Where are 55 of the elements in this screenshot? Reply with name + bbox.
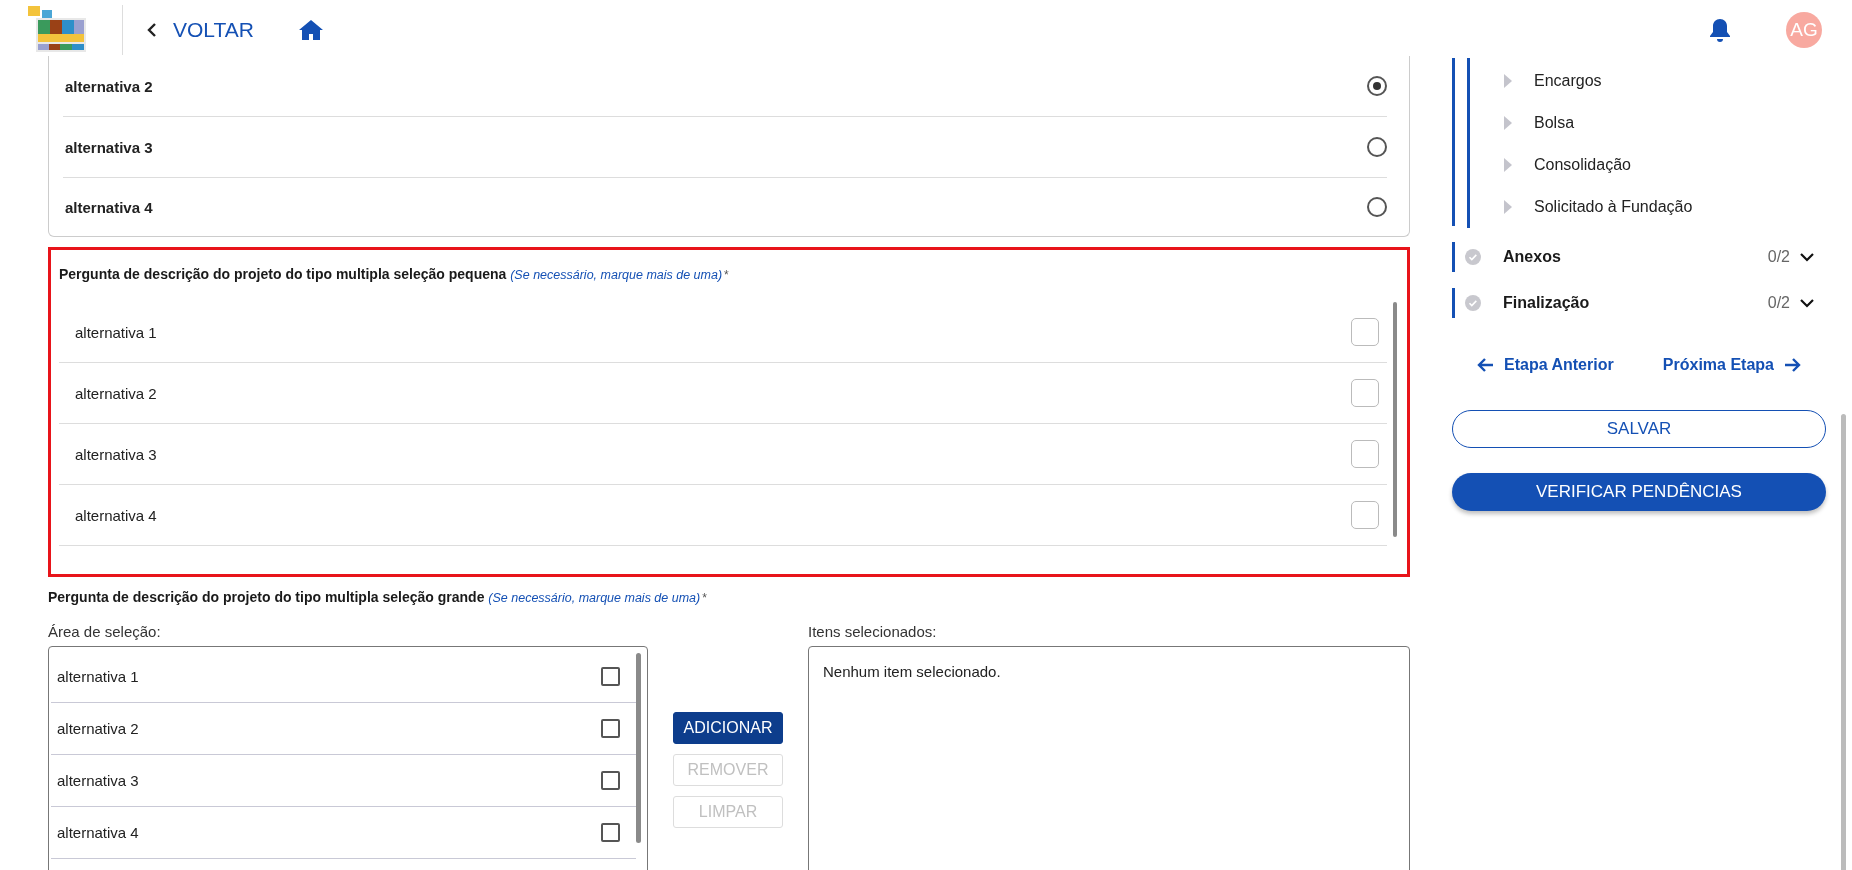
- option-label: alternativa 4: [75, 506, 157, 524]
- checkbox[interactable]: [1351, 318, 1379, 346]
- scrollbar[interactable]: [1393, 302, 1397, 537]
- checkbox[interactable]: [1351, 379, 1379, 407]
- action-button[interactable]: ADICIONAR: [673, 712, 783, 744]
- option-label: alternativa 3: [57, 772, 139, 789]
- radio-button[interactable]: [1367, 137, 1387, 157]
- previous-step-link[interactable]: Etapa Anterior: [1476, 356, 1614, 374]
- option-label: alternativa 3: [75, 445, 157, 463]
- option-label: alternativa 1: [75, 323, 157, 341]
- option-label: alternativa 1: [57, 668, 139, 685]
- checkbox[interactable]: [1351, 501, 1379, 529]
- progress-count: 0/2: [1767, 294, 1790, 312]
- checkbox[interactable]: [601, 667, 620, 686]
- back-link[interactable]: VOLTAR: [147, 18, 254, 42]
- chevron-down-icon[interactable]: [1800, 298, 1814, 308]
- option-label: alternativa 4: [65, 198, 153, 216]
- bell-icon[interactable]: [1709, 17, 1731, 43]
- scrollbar[interactable]: [636, 653, 641, 843]
- option-label: alternativa 2: [65, 77, 153, 95]
- step-item[interactable]: Consolidação: [1534, 156, 1631, 174]
- field-label: Itens selecionados:: [808, 623, 938, 640]
- step-item[interactable]: Bolsa: [1534, 114, 1575, 132]
- question-title: Pergunta de descrição do projeto do tipo multipla seleção grande (Se necessário, marque mais de uma) *: [48, 589, 708, 605]
- caret-right-icon: [1504, 200, 1512, 214]
- checkbox[interactable]: [601, 771, 620, 790]
- option-label: alternativa 3: [65, 138, 153, 156]
- caret-right-icon: [1504, 74, 1512, 88]
- progress-count: 0/2: [1767, 248, 1790, 266]
- verify-button[interactable]: VERIFICAR PENDÊNCIAS: [1452, 473, 1826, 511]
- empty-message: Nenhum item selecionado.: [823, 663, 1001, 680]
- scrollbar[interactable]: [1841, 414, 1846, 870]
- next-step-link[interactable]: Próxima Etapa: [1662, 356, 1802, 374]
- checkbox[interactable]: [601, 823, 620, 842]
- radio-button[interactable]: [1367, 76, 1387, 96]
- arrow-right-icon: [1784, 357, 1802, 373]
- checkbox[interactable]: [601, 719, 620, 738]
- option-label: alternativa 2: [75, 384, 157, 402]
- step-item[interactable]: Encargos: [1534, 72, 1602, 90]
- checkbox[interactable]: [1351, 440, 1379, 468]
- caret-right-icon: [1504, 116, 1512, 130]
- chevron-down-icon[interactable]: [1800, 252, 1814, 262]
- save-button[interactable]: SALVAR: [1452, 410, 1826, 448]
- arrow-left-icon: [1476, 357, 1494, 373]
- question-title: Pergunta de descrição do projeto do tipo multipla seleção pequena (Se necessário, marque mais de uma) *: [59, 266, 730, 282]
- chevron-left-icon: [147, 23, 157, 37]
- option-label: alternativa 2: [57, 720, 139, 737]
- section-title[interactable]: Finalização: [1503, 294, 1758, 312]
- field-label: Área de seleção:: [48, 623, 162, 640]
- section-title[interactable]: Anexos: [1503, 248, 1758, 266]
- home-icon[interactable]: [297, 19, 324, 41]
- step-item[interactable]: Solicitado à Fundação: [1534, 198, 1693, 216]
- caret-right-icon: [1504, 158, 1512, 172]
- option-label: alternativa 4: [57, 824, 139, 841]
- radio-button[interactable]: [1367, 197, 1387, 217]
